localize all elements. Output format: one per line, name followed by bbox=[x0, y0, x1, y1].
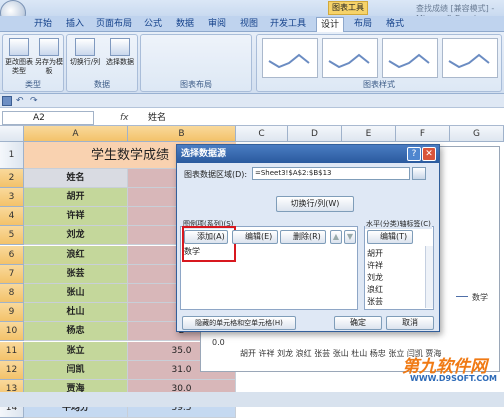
group-data: 切换行/列 选择数据 数据 bbox=[66, 34, 138, 92]
name-cell[interactable]: 张立 bbox=[24, 342, 128, 361]
tab-review[interactable]: 审阅 bbox=[204, 17, 230, 32]
name-cell[interactable]: 张芸 bbox=[24, 265, 128, 284]
dialog-title: 选择数据源 bbox=[177, 145, 439, 163]
save-icon[interactable] bbox=[2, 96, 12, 106]
column-header-e[interactable]: E bbox=[342, 126, 396, 142]
axis-label-item[interactable]: 浪红 bbox=[367, 284, 383, 295]
formula-input[interactable]: 姓名 bbox=[148, 111, 166, 125]
name-cell[interactable]: 杨忠 bbox=[24, 322, 128, 341]
tab-layout[interactable]: 布局 bbox=[350, 17, 376, 32]
chart-axis-zero-label: 0.0 bbox=[212, 338, 225, 347]
undo-icon[interactable]: ↶ bbox=[16, 96, 26, 106]
sheet-tab-bar bbox=[0, 392, 504, 407]
move-up-icon[interactable]: ▲ bbox=[330, 230, 342, 244]
group-chart-layout: 图表布局 bbox=[140, 34, 252, 92]
range-label: 图表数据区域(D): bbox=[184, 170, 248, 179]
series-list-item[interactable]: 数学 bbox=[184, 246, 200, 257]
edit-axis-labels-button[interactable]: 编辑(T) bbox=[367, 230, 413, 244]
ok-button[interactable]: 确定 bbox=[334, 316, 382, 330]
row-header[interactable]: 8 bbox=[0, 284, 24, 303]
name-cell[interactable]: 张山 bbox=[24, 284, 128, 303]
quick-access-toolbar bbox=[0, 94, 504, 108]
template-icon bbox=[39, 38, 59, 56]
cancel-button[interactable]: 取消 bbox=[386, 316, 434, 330]
row-header[interactable]: 7 bbox=[0, 265, 24, 284]
row-header[interactable]: 3 bbox=[0, 188, 24, 207]
chart-data-range-input[interactable]: =Sheet3!$A$2:$B$13 bbox=[252, 167, 410, 180]
axis-label-item[interactable]: 许祥 bbox=[367, 260, 383, 271]
axis-labels-title: 水平(分类)轴标签(C) bbox=[365, 219, 432, 229]
column-header-c[interactable]: C bbox=[236, 126, 288, 142]
switch-row-column-ribbon-button[interactable]: 切换行/列 bbox=[69, 38, 101, 67]
help-icon[interactable]: ? bbox=[407, 147, 421, 161]
chart-style-2[interactable] bbox=[322, 38, 378, 78]
name-cell[interactable]: 许祥 bbox=[24, 207, 128, 226]
switch-icon bbox=[75, 38, 95, 56]
select-data-icon bbox=[110, 38, 130, 56]
row-header[interactable]: 1 bbox=[0, 142, 24, 169]
group-label: 图表布局 bbox=[180, 80, 212, 89]
move-down-icon[interactable]: ▼ bbox=[344, 230, 356, 244]
tab-design[interactable]: 设计 bbox=[316, 17, 344, 32]
column-header-a[interactable]: A bbox=[24, 126, 128, 142]
tab-data[interactable]: 数据 bbox=[172, 17, 198, 32]
row-header[interactable]: 9 bbox=[0, 303, 24, 322]
tab-home[interactable]: 开始 bbox=[30, 17, 56, 32]
select-data-ribbon-button[interactable]: 选择数据 bbox=[103, 38, 137, 67]
name-cell[interactable]: 胡开 bbox=[24, 188, 128, 207]
chart-tools-label: 图表工具 bbox=[328, 1, 368, 15]
name-cell[interactable]: 刘龙 bbox=[24, 226, 128, 245]
chart-style-4[interactable] bbox=[442, 38, 498, 78]
edit-series-button[interactable]: 编辑(E) bbox=[232, 230, 278, 244]
name-box[interactable]: A2 bbox=[2, 111, 94, 125]
chart-type-icon bbox=[9, 38, 29, 56]
delete-series-button[interactable]: 删除(R) bbox=[280, 230, 326, 244]
select-all-corner[interactable] bbox=[0, 126, 24, 142]
axis-label-item[interactable]: 张芸 bbox=[367, 296, 383, 307]
row-header[interactable]: 5 bbox=[0, 226, 24, 245]
chart-style-3[interactable] bbox=[382, 38, 438, 78]
row-header[interactable]: 4 bbox=[0, 207, 24, 226]
fx-icon[interactable]: fx bbox=[120, 111, 140, 125]
name-cell[interactable]: 杜山 bbox=[24, 303, 128, 322]
group-label: 类型 bbox=[25, 80, 41, 89]
axis-label-item[interactable]: 胡开 bbox=[367, 248, 383, 259]
chart-legend[interactable]: 数学 bbox=[454, 292, 488, 303]
save-as-template-button[interactable]: 另存为模板 bbox=[35, 38, 63, 76]
tab-view[interactable]: 视图 bbox=[236, 17, 262, 32]
hidden-empty-cells-button[interactable]: 隐藏的单元格和空单元格(H) bbox=[182, 316, 296, 330]
switch-row-column-button[interactable]: 切换行/列(W) bbox=[276, 196, 354, 212]
row-header[interactable]: 10 bbox=[0, 322, 24, 341]
column-header-f[interactable]: F bbox=[396, 126, 450, 142]
row-header[interactable]: 2 bbox=[0, 169, 24, 188]
row-header[interactable]: 6 bbox=[0, 246, 24, 265]
column-header-g[interactable]: G bbox=[450, 126, 504, 142]
axis-list-scrollbar[interactable] bbox=[425, 246, 433, 308]
axis-label-item[interactable]: 刘龙 bbox=[367, 272, 383, 283]
group-type: 更改图表类型 另存为模板 类型 bbox=[2, 34, 64, 92]
group-label: 数据 bbox=[94, 80, 110, 89]
tab-format[interactable]: 格式 bbox=[382, 17, 408, 32]
range-picker-icon[interactable] bbox=[412, 167, 426, 180]
group-label: 图表样式 bbox=[363, 80, 395, 89]
watermark-url: WWW.D9SOFT.COM bbox=[410, 374, 498, 383]
column-header-b[interactable]: B bbox=[128, 126, 236, 142]
column-header-d[interactable]: D bbox=[288, 126, 342, 142]
chart-style-1[interactable] bbox=[262, 38, 318, 78]
name-cell[interactable]: 浪红 bbox=[24, 246, 128, 265]
redo-icon[interactable]: ↷ bbox=[30, 96, 40, 106]
change-chart-type-button[interactable]: 更改图表类型 bbox=[5, 38, 33, 76]
tab-formulas[interactable]: 公式 bbox=[140, 17, 166, 32]
tab-developer[interactable]: 开发工具 bbox=[268, 17, 308, 32]
close-icon[interactable]: ✕ bbox=[422, 147, 436, 161]
row-header[interactable]: 12 bbox=[0, 361, 24, 380]
row-header[interactable]: 11 bbox=[0, 342, 24, 361]
tab-page-layout[interactable]: 页面布局 bbox=[94, 17, 134, 32]
name-cell[interactable]: 闫凯 bbox=[24, 361, 128, 380]
header-name-cell[interactable]: 姓名 bbox=[24, 169, 128, 188]
tab-insert[interactable]: 插入 bbox=[62, 17, 88, 32]
